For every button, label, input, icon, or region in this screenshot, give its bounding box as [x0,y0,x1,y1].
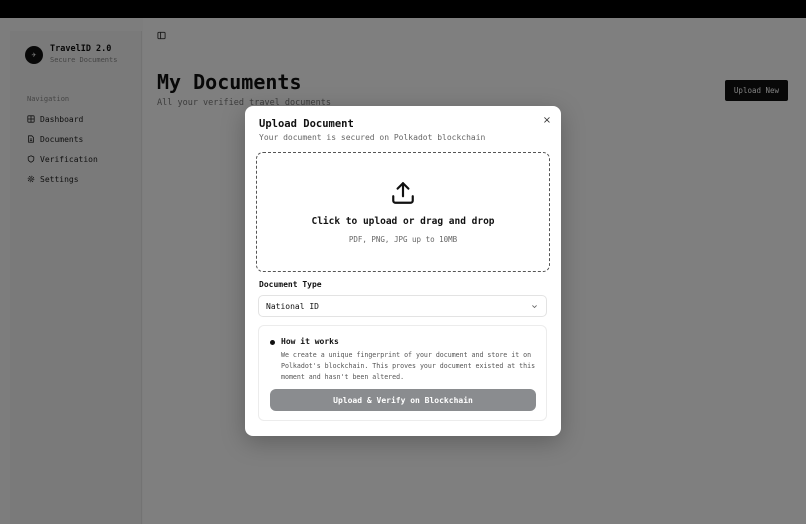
how-it-works-text: We create a unique fingerprint of your d… [281,351,536,381]
dropzone-hint: PDF, PNG, JPG up to 10MB [348,235,458,244]
upload-icon [392,182,414,204]
dropzone-title: Click to upload or drag and drop [311,216,495,227]
upload-verify-button[interactable]: Upload & Verify on Blockchain [270,389,536,411]
upload-document-dialog: × Upload Document Your document is secur… [245,106,561,436]
how-it-works-title: How it works [281,337,339,346]
document-type-select[interactable]: National ID [258,295,547,317]
document-type-label: Document Type [259,280,322,289]
close-icon[interactable]: × [542,114,552,126]
file-dropzone[interactable]: Click to upload or drag and drop PDF, PN… [256,152,550,272]
dialog-title: Upload Document [259,118,354,130]
dialog-subtitle: Your document is secured on Polkadot blo… [259,133,486,142]
document-type-value: National ID [266,301,319,311]
bullet-icon [270,340,275,345]
how-it-works-box: How it works We create a unique fingerpr… [258,325,547,421]
chevron-down-icon [532,305,537,309]
window-top-bar [0,0,806,18]
